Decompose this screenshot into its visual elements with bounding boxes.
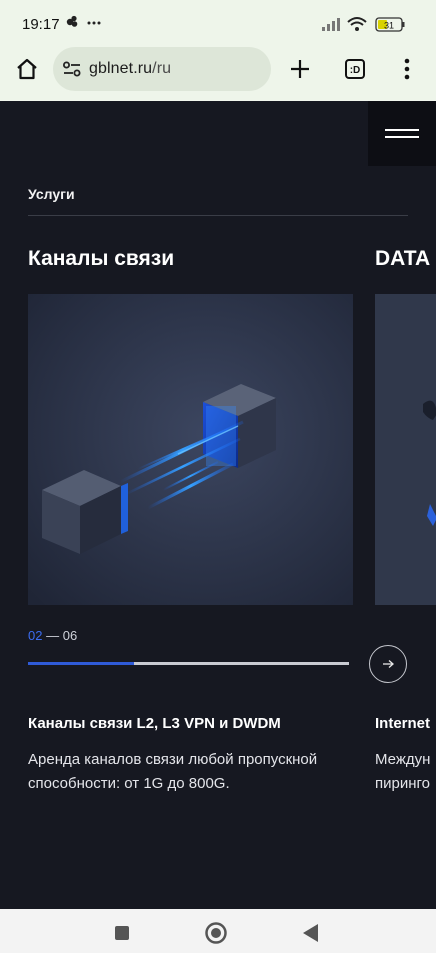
more-vert-icon xyxy=(404,58,410,80)
item2-description: Междун пиринго xyxy=(375,748,436,796)
card-title[interactable]: Каналы связи xyxy=(28,247,174,271)
section-label: Услуги xyxy=(28,186,75,202)
item-title: Каналы связи L2, L3 VPN и DWDM xyxy=(28,715,281,732)
card-image[interactable] xyxy=(28,294,353,605)
browser-toolbar: gblnet.ru/ru :D xyxy=(0,44,436,100)
carousel-progress-fill xyxy=(28,662,134,665)
browser-menu-button[interactable] xyxy=(387,49,427,89)
slide-separator: — xyxy=(46,628,60,643)
tune-icon[interactable] xyxy=(62,59,82,79)
plus-icon xyxy=(291,60,309,78)
signal-wifi-battery-icons: 31 xyxy=(322,17,405,32)
recents-button[interactable] xyxy=(110,921,134,945)
address-bar[interactable]: gblnet.ru/ru xyxy=(53,47,271,91)
new-tab-button[interactable] xyxy=(280,49,320,89)
tab-switcher-icon: :D xyxy=(345,59,365,79)
hamburger-icon xyxy=(385,128,419,138)
card2-image[interactable] xyxy=(375,294,436,605)
url-text: gblnet.ru/ru xyxy=(89,60,171,78)
web-page: Услуги Каналы связи DATA 02 — 06 Каналы … xyxy=(0,101,436,909)
battery-level: 31 xyxy=(384,21,394,31)
data-center-illustration xyxy=(375,294,436,605)
slide-current: 02 xyxy=(28,628,43,643)
tab-switcher-button[interactable]: :D xyxy=(335,49,375,89)
carousel-progress-track xyxy=(28,662,349,665)
circle-home-icon xyxy=(205,922,227,944)
status-bar: 19:17 31 xyxy=(0,0,436,48)
item2-title: Internet xyxy=(375,715,431,732)
notification-icons xyxy=(66,15,101,27)
url-domain: gblnet.ru xyxy=(89,60,153,77)
phone-screen: 19:17 31 gblnet.ru/ru:D Услуги Каналы с… xyxy=(0,0,436,953)
back-triangle-icon xyxy=(303,924,318,942)
section-divider xyxy=(28,215,408,216)
item-description: Аренда каналов связи любой пропускной сп… xyxy=(28,751,318,792)
tab-count: :D xyxy=(350,65,361,76)
item2-description-line2: пиринго xyxy=(375,775,430,792)
item2-description-line1: Междун xyxy=(375,751,431,768)
url-path: /ru xyxy=(152,60,172,77)
home-button[interactable] xyxy=(7,49,47,89)
back-button[interactable] xyxy=(298,921,322,945)
home-nav-button[interactable] xyxy=(204,921,228,945)
system-nav-bar xyxy=(0,909,436,953)
slide-total: 06 xyxy=(62,628,78,643)
square-icon xyxy=(115,926,129,940)
fiber-channel-illustration xyxy=(28,294,353,605)
arrow-right-icon xyxy=(383,660,394,668)
hamburger-menu-button[interactable] xyxy=(368,101,436,166)
card2-title[interactable]: DATA xyxy=(375,247,430,271)
home-icon xyxy=(17,58,37,80)
status-time: 19:17 xyxy=(22,16,60,33)
next-slide-button[interactable] xyxy=(369,645,407,683)
slide-counter: 02 — 06 xyxy=(28,628,77,643)
